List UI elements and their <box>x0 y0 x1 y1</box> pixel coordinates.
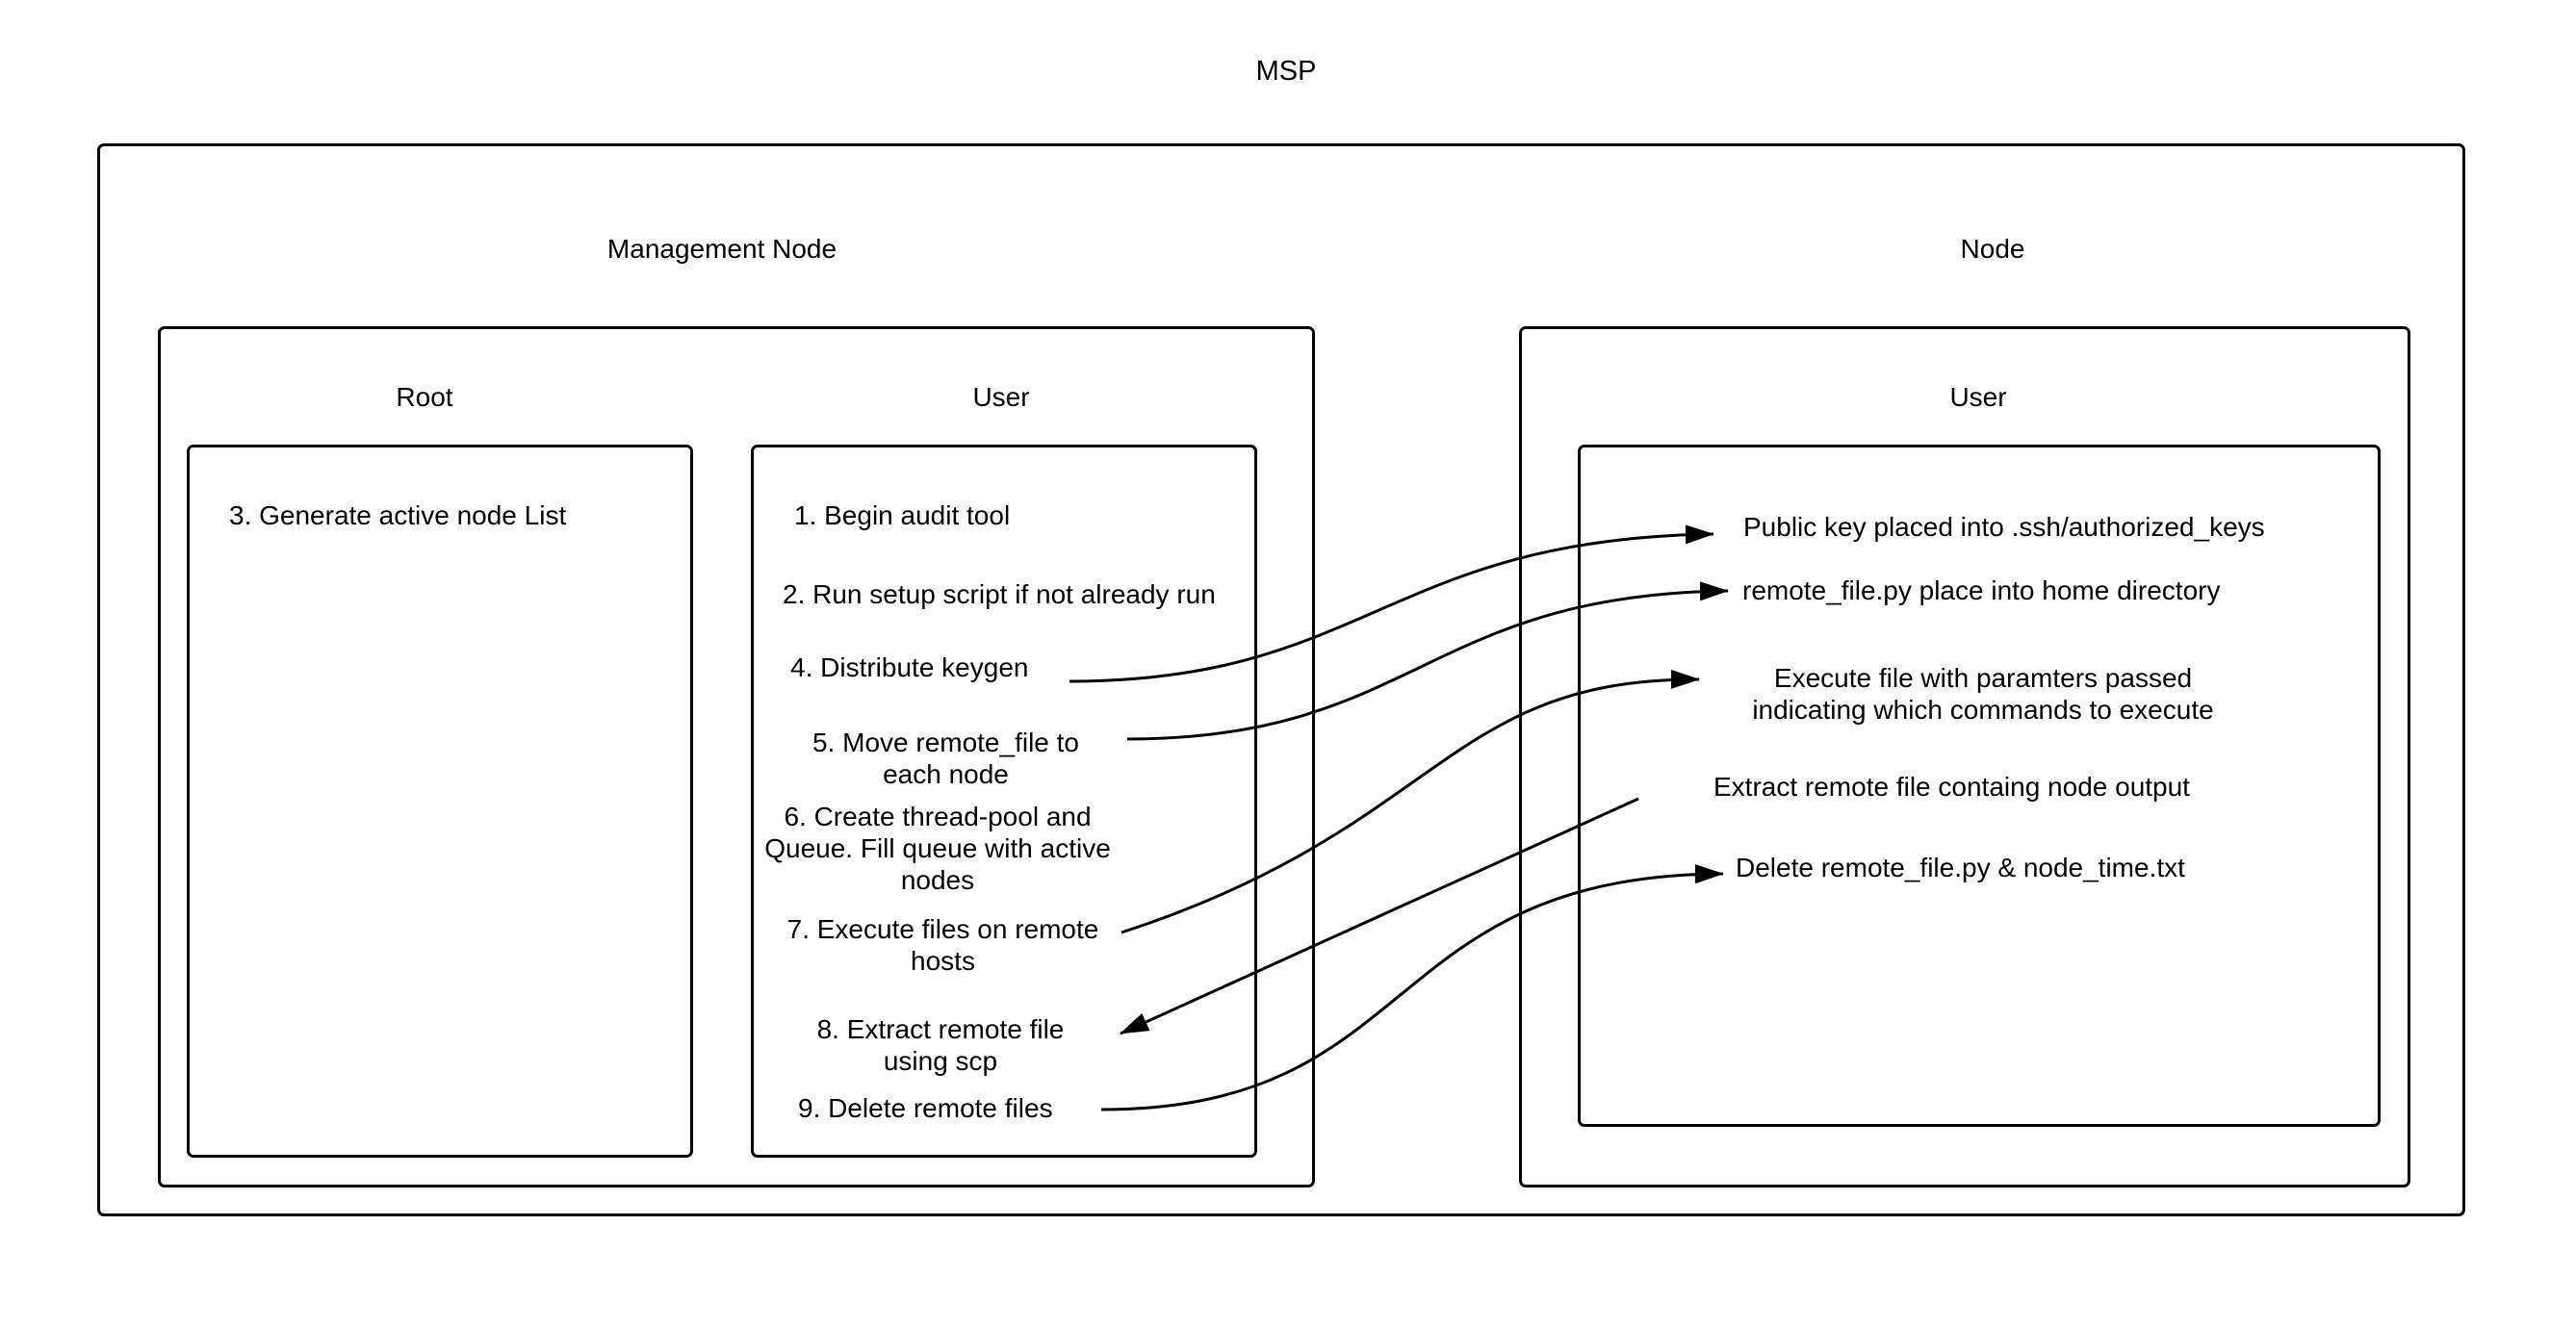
management-user-title: User <box>972 382 1030 412</box>
root-step-3: 3. Generate active node List <box>229 500 567 530</box>
management-step-2: 2. Run setup script if not already run <box>783 579 1216 609</box>
node-item-remote-file-placed: remote_file.py place into home directory <box>1742 575 2221 605</box>
diagram-title: MSP <box>1255 56 1317 87</box>
management-step-9: 9. Delete remote files <box>798 1093 1053 1123</box>
management-step-7: 7. Execute files on remote hosts <box>786 914 1099 976</box>
node-item-delete-files: Delete remote_file.py & node_time.txt <box>1736 853 2185 882</box>
node-item-extract-remote-file: Extract remote file containg node output <box>1713 772 2190 802</box>
management-step-4: 4. Distribute keygen <box>790 652 1029 682</box>
root-box <box>187 445 693 1158</box>
management-node-title: Management Node <box>606 234 837 264</box>
node-title: Node <box>1960 234 2025 264</box>
msp-diagram: MSP Management Node Root 3. Generate act… <box>0 0 2576 1328</box>
management-step-1: 1. Begin audit tool <box>794 500 1011 530</box>
node-user-title: User <box>1949 382 2007 412</box>
root-title: Root <box>396 382 453 412</box>
management-step-8: 8. Extract remote file using scp <box>816 1014 1065 1076</box>
node-item-public-key: Public key placed into .ssh/authorized_k… <box>1743 512 2265 542</box>
management-step-5: 5. Move remote_file to each node <box>811 728 1080 789</box>
management-step-6: 6. Create thread-pool and Queue. Fill qu… <box>764 802 1111 895</box>
node-item-execute-file: Execute file with paramters passed indic… <box>1752 663 2214 725</box>
